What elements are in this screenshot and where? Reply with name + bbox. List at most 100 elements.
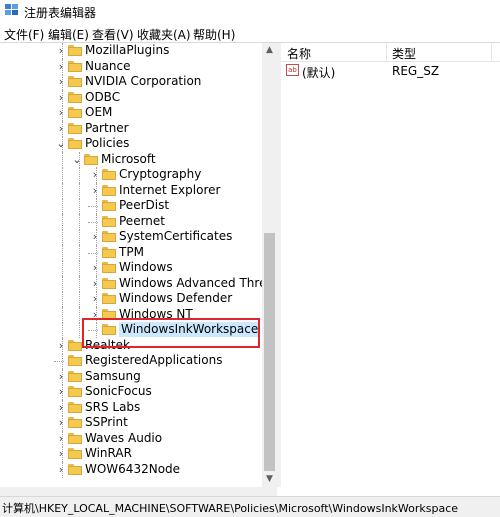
tree-item-label: Cryptography [119,167,202,181]
tree-vertical-scrollbar[interactable]: ▲ ▼ [262,43,277,487]
tree-guide-line [62,306,63,323]
chevron-right-icon[interactable]: › [90,168,100,181]
menu-help[interactable]: 帮助(H) [193,26,235,43]
tree-guide-line [62,182,63,199]
tree-item[interactable]: › Cryptography [0,167,262,183]
tree-item[interactable]: › OEM [0,105,262,121]
chevron-right-icon[interactable]: › [56,106,66,119]
scrollbar-thumb[interactable] [264,233,275,471]
tree-item[interactable]: ⌄ Microsoft [0,151,262,168]
tree-item-label: SSPrint [85,415,128,429]
tree-guide-line [88,221,98,223]
value-row[interactable]: ab (默认) REG_SZ [281,62,500,80]
folder-icon [102,215,116,227]
tree-guide-line [79,229,80,245]
chevron-right-icon[interactable]: › [90,261,100,274]
tree-guide-line [62,275,63,292]
chevron-right-icon[interactable]: › [90,277,100,290]
menu-file[interactable]: 文件(F) [4,26,44,43]
values-list: 名称 类型 ab (默认) REG_SZ [281,43,500,487]
tree-guide-line [62,229,63,245]
chevron-down-icon[interactable]: ⌄ [56,137,66,150]
tree-item[interactable]: › Windows Defender [0,291,262,307]
folder-icon [102,200,116,211]
tree-item[interactable]: › MozillaPlugins [0,43,262,59]
tree-item[interactable]: › SRS Labs [0,399,262,416]
tree-item-label: WinRAR [85,446,132,460]
tree-item[interactable]: › SystemCertificates [0,229,262,245]
chevron-right-icon[interactable]: › [56,122,66,135]
chevron-right-icon[interactable]: › [56,91,66,104]
tree-guide-line [62,213,63,230]
tree-guide-line [62,151,63,168]
tree-horizontal-scrollbar[interactable] [0,487,277,496]
tree-item[interactable]: › Windows [0,260,262,276]
chevron-right-icon[interactable]: › [56,447,66,460]
tree-item[interactable]: ⌄ Policies [0,136,262,152]
tree-item[interactable]: › WinRAR [0,446,262,462]
tree-guide-line [79,213,80,230]
tree-item[interactable]: › Nuance [0,58,262,75]
registry-tree[interactable]: › MozillaPlugins › Nuance › NVIDIA Corporatio… [0,43,262,487]
scroll-up-arrow-icon[interactable]: ▲ [262,43,277,58]
folder-icon [68,122,82,134]
chevron-right-icon[interactable]: › [56,75,66,88]
tree-item[interactable]: › ODBC [0,89,262,106]
string-value-icon: ab [286,64,299,76]
chevron-right-icon[interactable]: › [90,230,100,243]
folder-icon [68,60,82,72]
tree-item-label: Partner [85,120,129,135]
column-separator[interactable] [491,43,492,61]
folder-icon [102,169,116,180]
column-header-name[interactable]: 名称 [287,45,311,62]
tree-item[interactable]: › Windows Advanced Threat P [0,275,262,292]
column-header-type[interactable]: 类型 [392,45,416,62]
tree-item-label: MozillaPlugins [85,43,170,57]
chevron-right-icon[interactable]: › [56,416,66,429]
menu-bar: 文件(F) 编辑(E) 查看(V) 收藏夹(A) 帮助(H) [0,23,500,43]
folder-icon [84,153,98,165]
tree-item[interactable]: › SSPrint [0,415,262,431]
tree-item-label: ODBC [85,89,121,104]
tree-item-label: Peernet [119,213,165,228]
chevron-right-icon[interactable]: › [90,184,100,197]
chevron-right-icon[interactable]: › [90,292,100,305]
menu-favorites[interactable]: 收藏夹(A) [137,26,191,43]
tree-item[interactable]: › SonicFocus [0,384,262,400]
folder-icon [68,432,82,444]
column-separator[interactable] [386,43,387,61]
tree-item[interactable]: Peernet [0,213,262,230]
tree-item-label: NVIDIA Corporation [85,74,202,88]
tree-item-label: Waves Audio [85,430,163,445]
menu-edit[interactable]: 编辑(E) [48,26,89,43]
chevron-right-icon[interactable]: › [56,44,66,57]
tree-item[interactable]: PeerDist [0,198,262,214]
tree-item-label: SonicFocus [85,384,152,398]
chevron-right-icon[interactable]: › [56,385,66,398]
tree-item[interactable]: › Samsung [0,368,262,385]
menu-view[interactable]: 查看(V) [92,26,134,43]
tree-item-label: SRS Labs [85,399,141,414]
tree-item[interactable]: › Partner [0,120,262,137]
tree-item-label: Microsoft [101,151,156,166]
folder-icon [102,231,116,242]
tree-guide-line [62,244,63,261]
tree-item[interactable]: RegisteredApplications [0,353,262,369]
tree-item[interactable]: TPM [0,244,262,261]
folder-icon [68,355,82,366]
tree-guide-line [79,322,80,338]
tree-item[interactable]: › WOW6432Node [0,461,262,478]
chevron-right-icon[interactable]: › [56,401,66,414]
chevron-down-icon[interactable]: ⌄ [72,153,82,166]
chevron-right-icon[interactable]: › [56,339,66,352]
tree-item[interactable]: › Waves Audio [0,430,262,447]
chevron-right-icon[interactable]: › [56,60,66,73]
chevron-right-icon[interactable]: › [56,370,66,383]
chevron-right-icon[interactable]: › [56,432,66,445]
tree-item[interactable]: › Internet Explorer [0,182,262,199]
folder-icon [68,138,82,149]
tree-item-label: PeerDist [119,198,170,212]
chevron-right-icon[interactable]: › [56,463,66,476]
scroll-down-arrow-icon[interactable]: ▼ [262,472,277,487]
tree-item[interactable]: › NVIDIA Corporation [0,74,262,90]
